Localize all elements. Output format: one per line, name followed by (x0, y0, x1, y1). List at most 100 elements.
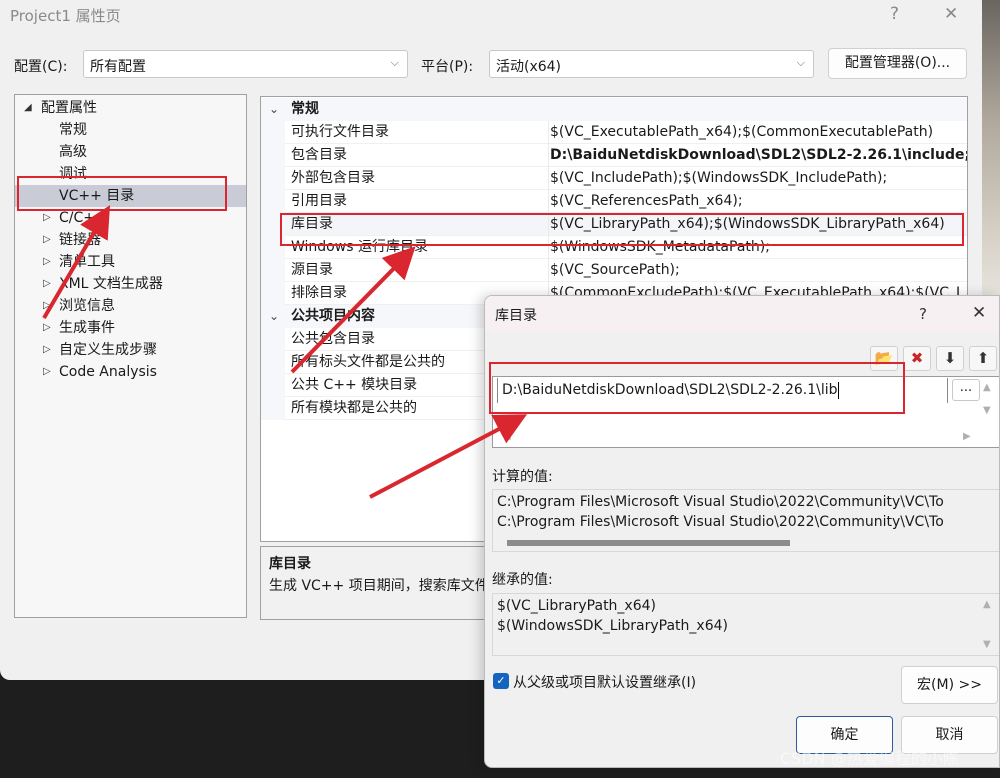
tree-item-general[interactable]: 常规 (15, 119, 246, 141)
move-up-icon[interactable]: ⬆ (969, 346, 997, 371)
property-name: 库目录 (291, 216, 333, 232)
scroll-up-icon[interactable]: ▲ (983, 382, 991, 393)
tree-item-xml-doc-generator[interactable]: ▷ XML 文档生成器 (15, 273, 246, 295)
inherited-values-label: 继承的值: (492, 572, 553, 588)
property-name: 可执行文件目录 (291, 124, 389, 140)
tree-item-label: Code Analysis (59, 364, 157, 380)
close-icon[interactable]: ✕ (944, 4, 958, 24)
platform-select[interactable]: 活动(x64) ⌵ (489, 50, 814, 78)
scroll-up-icon[interactable]: ▲ (983, 599, 991, 610)
config-manager-button[interactable]: 配置管理器(O)... (828, 48, 967, 79)
tree-item-build-events[interactable]: ▷ 生成事件 (15, 317, 246, 339)
property-value[interactable]: D:\BaiduNetdiskDownload\SDL2\SDL2-2.26.1… (548, 144, 967, 167)
tree-item-label: C/C++ (59, 210, 107, 226)
collapsed-arrow-icon[interactable]: ▷ (43, 317, 51, 339)
grid-row-external-include-dirs[interactable]: 外部包含目录 $(VC_IncludePath);$(WindowsSDK_Inc… (261, 167, 967, 190)
inherit-checkbox[interactable]: ✓ (493, 673, 509, 689)
new-line-folder-icon[interactable]: 📂 (870, 346, 898, 371)
grid-row-reference-dirs[interactable]: 引用目录 $(VC_ReferencesPath_x64); (261, 190, 967, 213)
config-select[interactable]: 所有配置 ⌵ (83, 50, 408, 78)
tree-item-label: XML 文档生成器 (59, 276, 163, 292)
expanded-arrow-icon[interactable]: ◢ (24, 97, 32, 119)
directory-list: D:\BaiduNetdiskDownload\SDL2\SDL2-2.26.1… (492, 376, 999, 448)
property-value[interactable]: $(VC_SourcePath); (548, 259, 967, 282)
collapse-chevron-icon[interactable]: ⌄ (269, 305, 279, 328)
collapsed-arrow-icon[interactable]: ▷ (43, 339, 51, 361)
property-tree: ◢ 配置属性 常规 高级 调试 VC++ 目录 ▷ C/C++ ▷ 链接器 ▷ 清单工… (14, 94, 247, 618)
directory-edit-field[interactable]: D:\BaiduNetdiskDownload\SDL2\SDL2-2.26.1… (497, 378, 948, 403)
dialog-close-icon[interactable]: ✕ (972, 303, 986, 323)
grid-row-executable-dirs[interactable]: 可执行文件目录 $(VC_ExecutablePath_x64);$(Common… (261, 121, 967, 144)
tree-item-label: 链接器 (59, 232, 101, 248)
collapsed-arrow-icon[interactable]: ▷ (43, 295, 51, 317)
tree-root-config-properties[interactable]: ◢ 配置属性 (15, 97, 246, 119)
computed-value-line: C:\Program Files\Microsoft Visual Studio… (497, 514, 944, 530)
inherit-checkbox-label[interactable]: 从父级或项目默认设置继承(I) (513, 672, 696, 692)
collapsed-arrow-icon[interactable]: ▷ (43, 273, 51, 295)
description-title: 库目录 (269, 556, 311, 572)
inherited-value-line: $(VC_LibraryPath_x64) (497, 598, 656, 614)
move-down-icon[interactable]: ⬇ (936, 346, 964, 371)
help-button[interactable]: ? (890, 4, 899, 24)
tree-item-label: 自定义生成步骤 (59, 342, 157, 358)
delete-icon[interactable]: ✖ (903, 346, 931, 371)
property-value[interactable]: $(VC_IncludePath);$(WindowsSDK_IncludePa… (548, 167, 967, 190)
grid-row-winrt-lib-dirs[interactable]: Windows 运行库目录 $(WindowsSDK_MetadataPath); (261, 236, 967, 259)
text-caret (837, 381, 839, 399)
computed-value-line: C:\Program Files\Microsoft Visual Studio… (497, 494, 944, 510)
tree-item-code-analysis[interactable]: ▷ Code Analysis (15, 361, 246, 383)
computed-values-label: 计算的值: (492, 469, 553, 485)
library-directories-dialog: 库目录 ? ✕ 📂 ✖ ⬇ ⬆ D:\BaiduNetdiskDownload\… (484, 295, 1000, 768)
property-value[interactable]: $(VC_ReferencesPath_x64); (548, 190, 967, 213)
macros-button[interactable]: 宏(M) >> (901, 666, 998, 704)
horizontal-scrollbar-thumb[interactable] (507, 540, 790, 546)
tree-item-label: 高级 (59, 144, 87, 160)
grid-row-include-dirs[interactable]: 包含目录 D:\BaiduNetdiskDownload\SDL2\SDL2-2.… (261, 144, 967, 167)
tree-item-advanced[interactable]: 高级 (15, 141, 246, 163)
directory-edit-value: D:\BaiduNetdiskDownload\SDL2\SDL2-2.26.1… (502, 382, 838, 398)
property-name: Windows 运行库目录 (291, 239, 428, 255)
tree-item-browse-info[interactable]: ▷ 浏览信息 (15, 295, 246, 317)
tree-item-linker[interactable]: ▷ 链接器 (15, 229, 246, 251)
tree-item-custom-build-step[interactable]: ▷ 自定义生成步骤 (15, 339, 246, 361)
tree-item-vc-directories[interactable]: VC++ 目录 (15, 185, 246, 207)
tree-item-label: 清单工具 (59, 254, 115, 270)
scroll-left-icon[interactable]: ◀ (503, 431, 511, 442)
property-value[interactable]: $(VC_ExecutablePath_x64);$(CommonExecuta… (548, 121, 967, 144)
collapse-chevron-icon[interactable]: ⌄ (269, 98, 279, 121)
property-name: 引用目录 (291, 193, 347, 209)
category-label: 常规 (291, 101, 319, 117)
property-value[interactable]: $(VC_LibraryPath_x64);$(WindowsSDK_Libra… (548, 213, 967, 236)
config-label: 配置(C): (14, 59, 68, 75)
category-label: 公共项目内容 (291, 308, 375, 324)
collapsed-arrow-icon[interactable]: ▷ (43, 229, 51, 251)
tree-item-manifest-tool[interactable]: ▷ 清单工具 (15, 251, 246, 273)
tree-item-label: 调试 (59, 166, 87, 182)
grid-row-source-dirs[interactable]: 源目录 $(VC_SourcePath); (261, 259, 967, 282)
scroll-down-icon[interactable]: ▼ (983, 639, 991, 650)
scroll-down-icon[interactable]: ▼ (983, 405, 991, 416)
tree-item-c-cpp[interactable]: ▷ C/C++ (15, 207, 246, 229)
watermark: CSDN @热爱编程的小陈 (780, 749, 959, 768)
tree-item-label: 浏览信息 (59, 298, 115, 314)
collapsed-arrow-icon[interactable]: ▷ (43, 207, 51, 229)
chevron-down-icon: ⌵ (390, 56, 399, 69)
property-name: 源目录 (291, 262, 333, 278)
dialog-help-button[interactable]: ? (919, 305, 927, 323)
config-value: 所有配置 (90, 59, 146, 75)
property-value[interactable]: $(WindowsSDK_MetadataPath); (548, 236, 967, 259)
collapsed-arrow-icon[interactable]: ▷ (43, 361, 51, 383)
grid-category-general[interactable]: ⌄ 常规 (261, 98, 967, 121)
tree-item-debugging[interactable]: 调试 (15, 163, 246, 185)
tree-item-label: 常规 (59, 122, 87, 138)
tree-item-label: 生成事件 (59, 320, 115, 336)
browse-button[interactable]: ... (952, 379, 980, 401)
inherited-value-line: $(WindowsSDK_LibraryPath_x64) (497, 618, 728, 634)
platform-value: 活动(x64) (496, 59, 562, 75)
tree-item-label: 配置属性 (41, 100, 97, 116)
grid-row-library-dirs[interactable]: 库目录 $(VC_LibraryPath_x64);$(WindowsSDK_Li… (261, 213, 967, 236)
chevron-down-icon: ⌵ (796, 56, 805, 69)
collapsed-arrow-icon[interactable]: ▷ (43, 251, 51, 273)
scroll-right-icon[interactable]: ▶ (963, 431, 971, 442)
desktop-background (980, 0, 1000, 300)
